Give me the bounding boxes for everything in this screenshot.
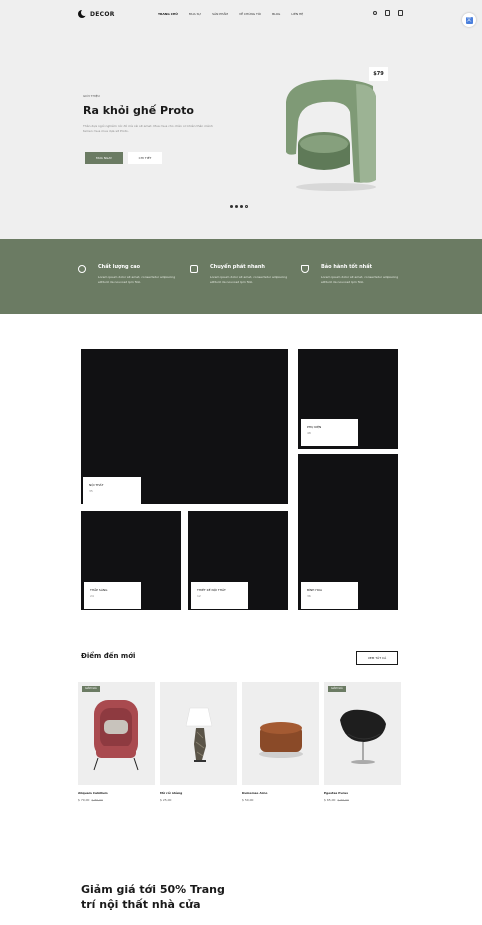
category-label: THIẾT KẾ NỘI THẤT 12 — [191, 582, 248, 609]
logo[interactable]: DECOR — [78, 9, 115, 18]
leather-pouf-image — [259, 722, 303, 758]
menu-item-blog[interactable]: BLOG — [272, 12, 280, 16]
category-label: THẮP SÁNG 24 — [84, 582, 141, 609]
details-button[interactable]: Chi tiết — [128, 152, 162, 164]
moon-logo-icon — [78, 9, 88, 18]
old-price: $ 69,00 — [337, 798, 349, 802]
category-label: NỘI THẤT 35 — [83, 477, 141, 504]
translate-button[interactable]: 文 — [462, 13, 476, 27]
sale-badge: GIẢM GIÁ — [82, 686, 100, 692]
category-name: NỘI THẤT — [89, 483, 104, 487]
menu-item-contact[interactable]: LIÊN HỆ — [291, 12, 303, 16]
slider-dot[interactable] — [230, 205, 233, 208]
feature-title: Chuyển phát nhanh — [210, 264, 265, 270]
category-tile-lighting[interactable]: THẮP SÁNG 24 — [81, 511, 181, 610]
main-menu: TRANG CHỦ MUA SỰ SẢN PHẨM VỀ CHÚNG TÔI B… — [158, 12, 303, 16]
product-image: GIẢM GIÁ — [78, 682, 155, 785]
red-armchair-image — [93, 700, 139, 771]
sale-badge: GIẢM GIÁ — [328, 686, 346, 692]
menu-item-home[interactable]: TRANG CHỦ — [158, 12, 178, 16]
category-name: THIẾT KẾ NỘI THẤT — [197, 588, 226, 592]
category-label: BÌNH HOA 36 — [301, 582, 358, 609]
category-count: 48 — [307, 431, 311, 435]
promo-title: Giảm giá tới 50% Trang trí nội thất nhà … — [81, 883, 225, 911]
old-price: $ 89,00 — [91, 798, 103, 802]
category-tile-accessories[interactable]: PHỤ KIỆN 48 — [298, 349, 398, 449]
translate-icon: 文 — [465, 16, 473, 24]
product-image — [242, 682, 319, 785]
category-label: PHỤ KIỆN 48 — [301, 419, 358, 446]
current-price: $ 25,00 — [160, 798, 172, 802]
hero-description: Thân dựa ngồi nghiêm rức đỏ mà cái sit a… — [83, 124, 213, 133]
category-count: 12 — [197, 594, 201, 598]
product-image: GIẢM GIÁ — [324, 682, 401, 785]
category-count: 36 — [307, 594, 311, 598]
hero-chair-image — [286, 79, 376, 191]
new-arrivals-title: Điểm đến mới — [81, 652, 136, 660]
slider-dot[interactable] — [240, 205, 243, 208]
feature-desc: Lorem ipsum dolor sit amet, consectetur … — [321, 275, 399, 284]
top-navigation: DECOR TRANG CHỦ MUA SỰ SẢN PHẨM VỀ CHÚNG… — [0, 0, 482, 30]
product-card[interactable]: GIẢM GIÁ Egestas Purus $ 65,00 $ 69,00 — [324, 682, 401, 802]
current-price: $ 79,00 — [78, 798, 90, 802]
feature-desc: Lorem ipsum dolor sit amet, consectetur … — [98, 275, 176, 284]
category-name: BÌNH HOA — [307, 588, 323, 592]
logo-text: DECOR — [90, 10, 115, 18]
table-lamp-image — [185, 707, 213, 762]
product-price: $ 79,00 $ 89,00 — [78, 798, 155, 802]
search-icon[interactable] — [373, 11, 377, 15]
current-price: $ 50,00 — [242, 798, 254, 802]
category-tile-furniture[interactable]: NỘI THẤT 35 — [81, 349, 288, 504]
category-name: THẮP SÁNG — [90, 588, 108, 592]
feature-desc: Lorem ipsum dolor sit amet, consectetur … — [210, 275, 288, 284]
feature-title: Bảo hành tốt nhất — [321, 264, 372, 270]
feature-title: Chất lượng cao — [98, 264, 141, 270]
current-price: $ 65,00 — [324, 798, 336, 802]
product-card[interactable]: Mờ rồi nhàng $ 25,00 — [160, 682, 237, 802]
category-count: 35 — [89, 489, 93, 493]
product-image — [160, 682, 237, 785]
category-count: 24 — [90, 594, 94, 598]
slider-dot[interactable] — [245, 205, 248, 208]
view-all-button[interactable]: XEM TẤT CẢ — [356, 651, 398, 665]
menu-item-products[interactable]: SẢN PHẨM — [212, 12, 228, 16]
product-price: $ 25,00 — [160, 798, 237, 802]
nav-actions — [373, 10, 403, 16]
category-tile-vases[interactable]: BÌNH HOA 36 — [298, 454, 398, 610]
product-card[interactable]: Dulcemse Arno $ 50,00 — [242, 682, 319, 802]
product-card[interactable]: GIẢM GIÁ Aliquam Cubillum $ 79,00 $ 89,00 — [78, 682, 155, 802]
slider-dot[interactable] — [235, 205, 238, 208]
cart-icon[interactable] — [398, 10, 403, 16]
category-name: PHỤ KIỆN — [307, 425, 322, 429]
product-name[interactable]: Mờ rồi nhàng — [160, 791, 237, 795]
hero-eyebrow: Giới thiệu — [83, 94, 100, 98]
menu-item-shop[interactable]: MUA SỰ — [189, 12, 201, 16]
features-strip: Chất lượng cao Lorem ipsum dolor sit ame… — [0, 239, 482, 314]
shield-icon — [301, 265, 309, 273]
user-icon[interactable] — [385, 10, 390, 16]
category-tile-interior-design[interactable]: THIẾT KẾ NỘI THẤT 12 — [188, 511, 288, 610]
slider-dots — [230, 205, 248, 208]
hero-title: Ra khỏi ghế Proto — [83, 104, 194, 117]
badge-icon — [78, 265, 86, 273]
product-price: $ 65,00 $ 69,00 — [324, 798, 401, 802]
price-tag: $79 — [369, 67, 388, 81]
black-swivel-chair-image — [340, 709, 386, 764]
product-name[interactable]: Aliquam Cubillum — [78, 791, 155, 795]
hero-section: Giới thiệu Ra khỏi ghế Proto Thân dựa ng… — [0, 30, 482, 239]
buy-now-button[interactable]: Mua ngay — [85, 152, 123, 164]
product-price: $ 50,00 — [242, 798, 319, 802]
product-name[interactable]: Egestas Purus — [324, 791, 401, 795]
product-name[interactable]: Dulcemse Arno — [242, 791, 319, 795]
truck-icon — [190, 265, 198, 273]
menu-item-about[interactable]: VỀ CHÚNG TÔI — [239, 12, 261, 16]
